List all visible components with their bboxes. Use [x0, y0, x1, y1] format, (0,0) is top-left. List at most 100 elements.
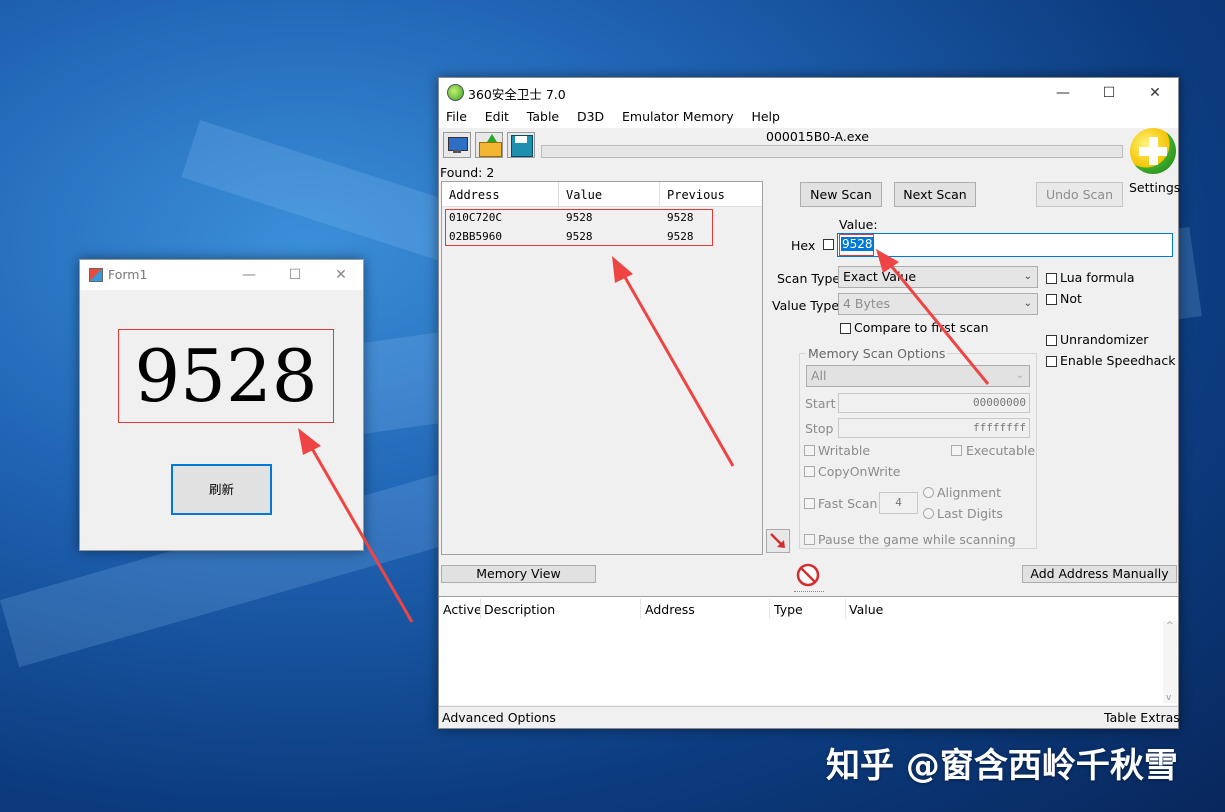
not-checkbox[interactable] [1046, 294, 1057, 305]
clear-list-icon[interactable] [796, 563, 820, 587]
refresh-button[interactable]: 刷新 [171, 464, 272, 515]
value-input[interactable]: 9528 [837, 233, 1173, 257]
alignment-label: Alignment [937, 485, 1002, 500]
minimize-button[interactable]: — [226, 260, 272, 290]
menu-edit[interactable]: Edit [485, 109, 509, 124]
lua-formula-label: Lua formula [1060, 270, 1135, 285]
address-list[interactable]: Active Description Address Type Value ^ … [439, 596, 1178, 705]
settings-logo-icon[interactable] [1130, 128, 1176, 174]
lua-formula-checkbox[interactable] [1046, 273, 1057, 284]
column-value[interactable]: Value [566, 188, 602, 202]
unrandomizer-label: Unrandomizer [1060, 332, 1149, 347]
value-type-label: Value Type [772, 298, 840, 313]
status-bar: Advanced Options Table Extras [439, 706, 1180, 728]
menu-file[interactable]: File [446, 109, 467, 124]
menu-help[interactable]: Help [751, 109, 780, 124]
last-digits-radio[interactable] [923, 508, 934, 519]
column-value[interactable]: Value [849, 602, 883, 617]
open-folder-icon[interactable] [475, 132, 503, 158]
not-label: Not [1060, 291, 1082, 306]
cell-previous: 9528 [667, 211, 694, 224]
form1-titlebar: Form1 — ☐ ✕ [80, 260, 363, 290]
compare-first-checkbox[interactable] [840, 323, 851, 334]
vertical-scrollbar[interactable]: ^ v [1163, 621, 1177, 703]
memory-view-button[interactable]: Memory View [441, 565, 596, 583]
chevron-down-icon: ⌄ [1023, 298, 1032, 309]
pause-game-checkbox[interactable] [804, 534, 815, 545]
value-display: 9528 [134, 334, 318, 418]
form1-app-icon [89, 268, 103, 282]
advanced-options-link[interactable]: Advanced Options [442, 710, 556, 725]
scan-type-label: Scan Type [777, 271, 841, 286]
save-icon[interactable] [507, 132, 535, 158]
writable-checkbox[interactable] [804, 445, 815, 456]
results-list[interactable]: Address Value Previous 010C720C 9528 952… [441, 181, 763, 555]
compare-first-label: Compare to first scan [854, 320, 989, 335]
fast-scan-field[interactable]: 4 [879, 492, 918, 514]
new-scan-button[interactable]: New Scan [800, 182, 882, 207]
stop-field[interactable]: ffffffff [838, 418, 1030, 438]
ce-title: 360安全卫士 7.0 [468, 87, 566, 102]
value-type-value: 4 Bytes [843, 296, 891, 311]
column-previous[interactable]: Previous [667, 188, 725, 202]
close-button[interactable]: ✕ [1132, 78, 1178, 108]
splitter-handle[interactable] [794, 591, 824, 594]
cheat-engine-window: 360安全卫士 7.0 — ☐ ✕ File Edit Table D3D Em… [438, 77, 1180, 729]
copy-on-write-checkbox[interactable] [804, 466, 815, 477]
speedhack-checkbox[interactable] [1046, 356, 1057, 367]
maximize-button[interactable]: ☐ [1086, 78, 1132, 108]
memory-scan-options-label: Memory Scan Options [806, 346, 948, 361]
column-description[interactable]: Description [484, 602, 555, 617]
found-count: Found: 2 [440, 165, 495, 180]
column-address[interactable]: Address [449, 188, 500, 202]
last-digits-label: Last Digits [937, 506, 1003, 521]
hex-label: Hex [791, 238, 816, 253]
undo-scan-button[interactable]: Undo Scan [1036, 182, 1123, 207]
column-type[interactable]: Type [774, 602, 803, 617]
stop-label: Stop [805, 421, 834, 436]
value-input-text: 9528 [841, 237, 874, 251]
executable-checkbox[interactable] [951, 445, 962, 456]
region-select[interactable]: All ⌄ [806, 365, 1030, 387]
table-extras-link[interactable]: Table Extras [1104, 710, 1180, 725]
menu-d3d[interactable]: D3D [577, 109, 604, 124]
table-row[interactable]: 02BB5960 9528 9528 [442, 230, 762, 247]
cell-value: 9528 [566, 211, 593, 224]
start-field[interactable]: 00000000 [838, 393, 1030, 413]
close-button[interactable]: ✕ [318, 260, 364, 290]
maximize-button[interactable]: ☐ [272, 260, 318, 290]
watermark: 知乎 @窗含西岭千秋雪 [826, 746, 1178, 786]
alignment-radio[interactable] [923, 487, 934, 498]
value-type-select[interactable]: 4 Bytes ⌄ [838, 293, 1038, 315]
start-label: Start [805, 396, 836, 411]
open-process-icon[interactable] [443, 132, 471, 158]
minimize-button[interactable]: — [1040, 78, 1086, 108]
column-address[interactable]: Address [645, 602, 695, 617]
settings-label[interactable]: Settings [1129, 180, 1180, 195]
hex-checkbox[interactable] [823, 239, 834, 250]
copy-to-list-arrow-icon[interactable] [766, 529, 790, 553]
menu-emulator-memory[interactable]: Emulator Memory [622, 109, 734, 124]
add-address-button[interactable]: Add Address Manually [1022, 565, 1177, 583]
column-active[interactable]: Active [443, 602, 482, 617]
cell-value: 9528 [566, 230, 593, 243]
speedhack-label: Enable Speedhack [1060, 353, 1176, 368]
table-row[interactable]: 010C720C 9528 9528 [442, 211, 762, 228]
scroll-down-icon[interactable]: v [1166, 693, 1171, 703]
ce-titlebar: 360安全卫士 7.0 — ☐ ✕ [439, 78, 1178, 106]
unrandomizer-checkbox[interactable] [1046, 335, 1057, 346]
form1-title: Form1 [108, 267, 148, 282]
pause-game-label: Pause the game while scanning [818, 532, 1016, 547]
scan-type-select[interactable]: Exact Value ⌄ [838, 266, 1038, 288]
next-scan-button[interactable]: Next Scan [894, 182, 976, 207]
cell-address: 010C720C [449, 211, 502, 224]
results-header: Address Value Previous [442, 182, 762, 207]
chevron-down-icon: ⌄ [1015, 370, 1024, 381]
menu-bar: File Edit Table D3D Emulator Memory Help [439, 106, 1178, 128]
scroll-up-icon[interactable]: ^ [1166, 621, 1174, 631]
form1-window: Form1 — ☐ ✕ 9528 刷新 [79, 259, 364, 551]
menu-table[interactable]: Table [527, 109, 559, 124]
fast-scan-checkbox[interactable] [804, 498, 815, 509]
progress-bar [541, 145, 1123, 158]
cell-previous: 9528 [667, 230, 694, 243]
